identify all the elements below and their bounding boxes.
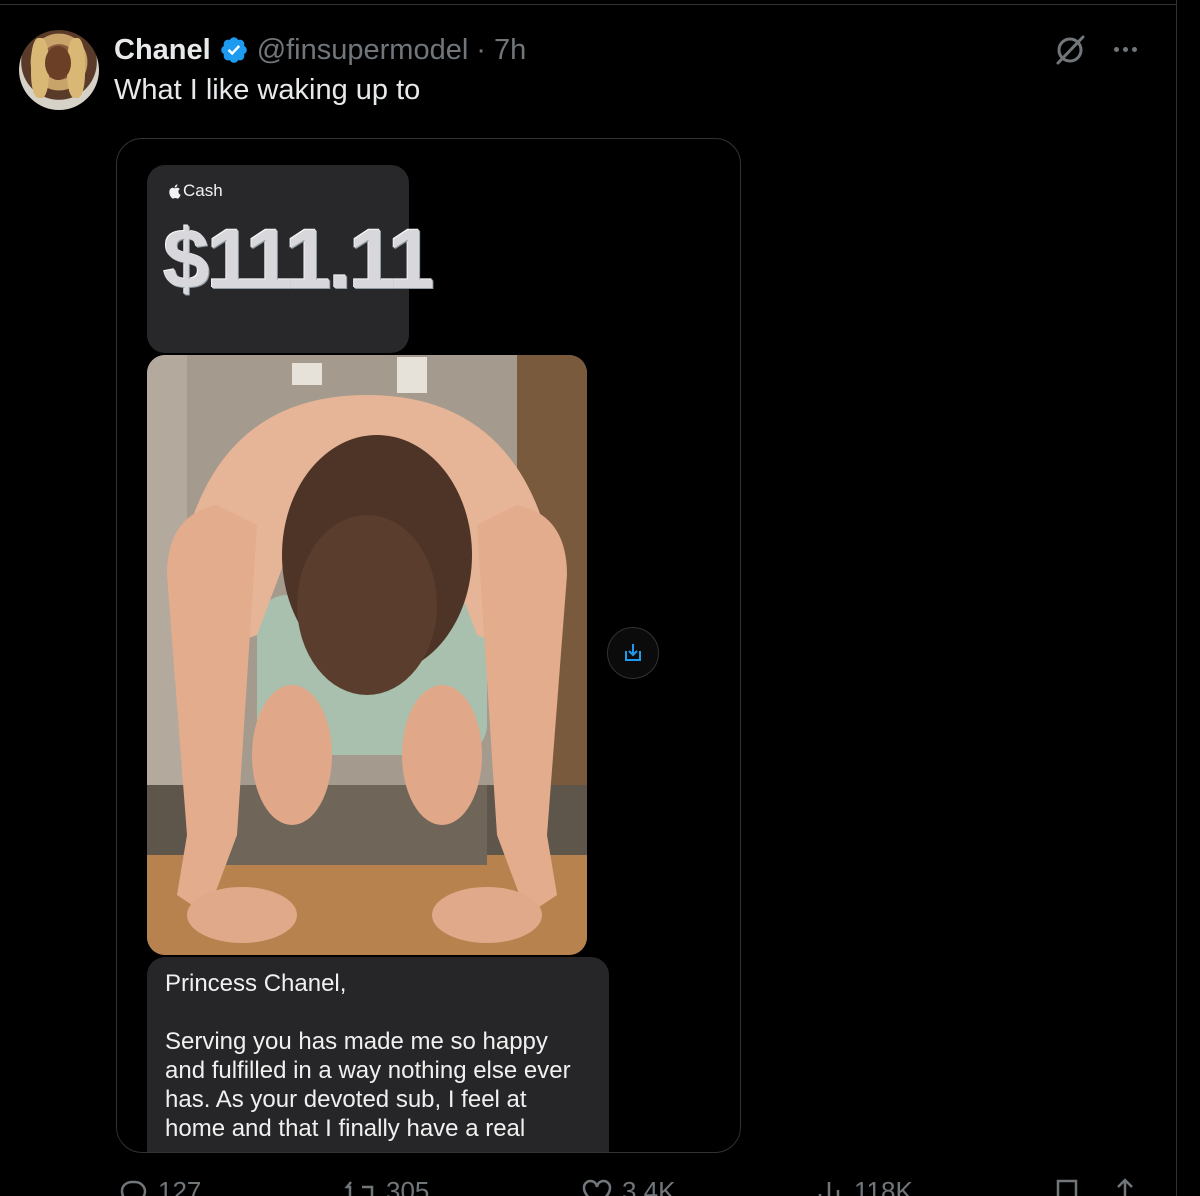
like-count: 3.4K bbox=[622, 1176, 676, 1196]
save-media-button[interactable] bbox=[607, 627, 659, 679]
avatar[interactable] bbox=[19, 30, 99, 110]
views-count: 118K bbox=[854, 1176, 913, 1196]
top-divider bbox=[0, 4, 1176, 5]
display-name[interactable]: Chanel bbox=[114, 34, 211, 67]
tweet-text: What I like waking up to bbox=[114, 74, 421, 106]
message-body: Serving you has made me so happy and ful… bbox=[165, 1028, 571, 1142]
apple-cash-card: Cash $111.11 bbox=[147, 165, 435, 353]
save-icon bbox=[625, 644, 641, 661]
reply-count: 127 bbox=[158, 1176, 202, 1196]
grok-icon[interactable] bbox=[1052, 32, 1088, 68]
separator-dot: · bbox=[476, 33, 486, 66]
media-photo bbox=[147, 355, 587, 955]
reply-button[interactable]: 127 bbox=[116, 1176, 201, 1196]
views-icon bbox=[818, 1182, 840, 1196]
apple-icon bbox=[169, 184, 181, 199]
reply-icon bbox=[120, 1180, 147, 1196]
share-button[interactable] bbox=[1108, 1176, 1142, 1196]
cash-label: Cash bbox=[167, 181, 223, 201]
repost-button[interactable]: 305 bbox=[344, 1176, 429, 1196]
tweet-media[interactable]: Cash $111.11 Princess Chanel, Serving yo… bbox=[116, 138, 741, 1153]
like-icon bbox=[582, 1179, 612, 1196]
repost-icon bbox=[344, 1181, 374, 1196]
like-button[interactable]: 3.4K bbox=[580, 1176, 676, 1196]
bookmark-button[interactable] bbox=[1050, 1176, 1084, 1196]
share-icon bbox=[1112, 1178, 1138, 1196]
timestamp[interactable]: 7h bbox=[494, 34, 526, 67]
action-bar: 127 305 3.4K 118K bbox=[0, 1176, 1176, 1196]
cash-amount: $111.11 bbox=[163, 212, 435, 306]
message-bubble: Princess Chanel, Serving you has made me… bbox=[147, 957, 609, 1152]
tweet-header: Chanel @finsupermodel · 7h bbox=[114, 30, 526, 70]
handle[interactable]: @finsupermodel bbox=[257, 34, 469, 67]
verified-badge-icon bbox=[220, 37, 247, 63]
bookmark-icon bbox=[1056, 1179, 1078, 1196]
message-greeting: Princess Chanel, bbox=[165, 970, 347, 997]
more-icon[interactable] bbox=[1108, 34, 1142, 64]
repost-count: 305 bbox=[386, 1176, 430, 1196]
column-divider bbox=[1176, 0, 1177, 1196]
views-button[interactable]: 118K bbox=[812, 1176, 913, 1196]
